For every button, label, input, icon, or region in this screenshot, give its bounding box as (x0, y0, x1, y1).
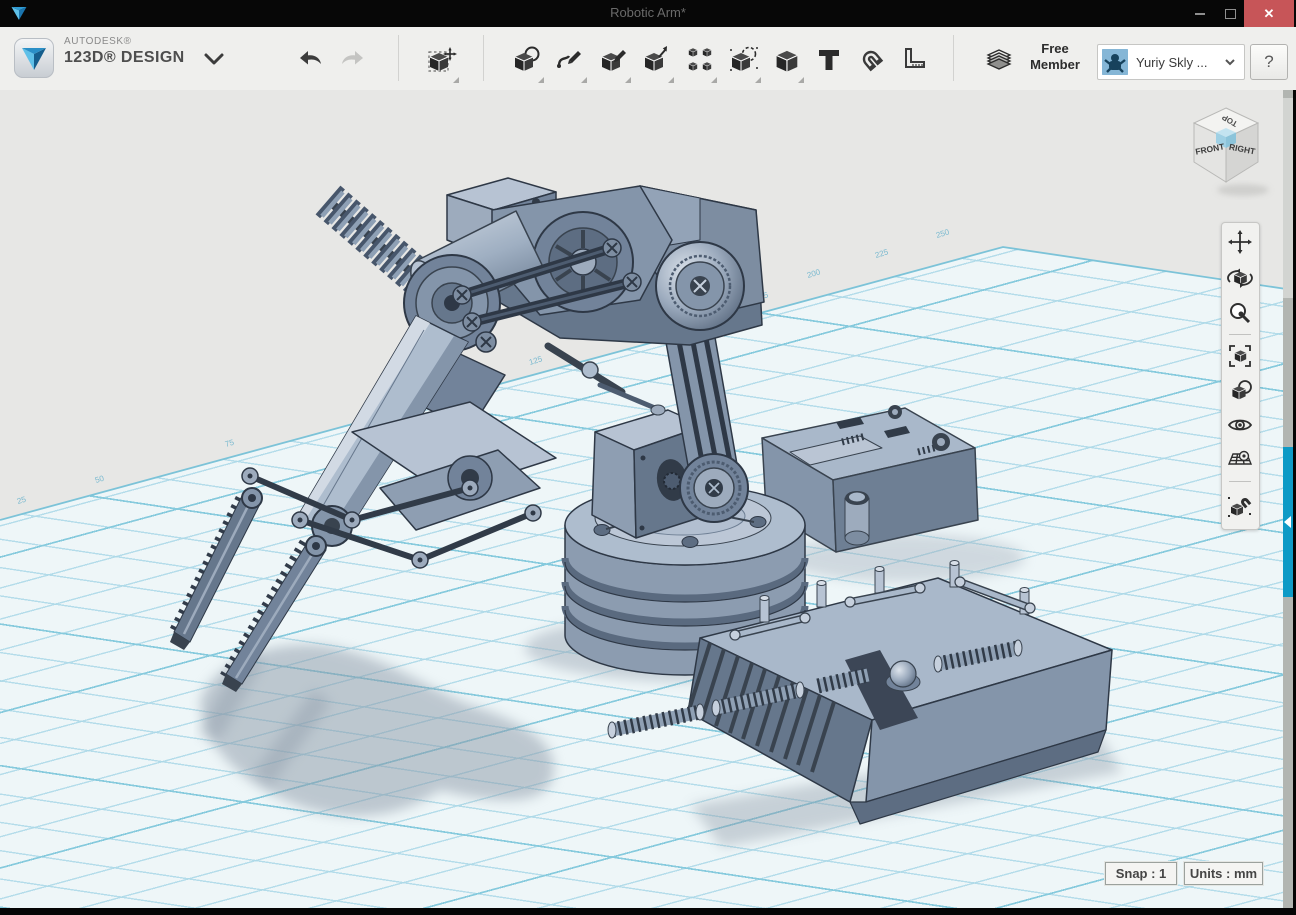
window-title: Robotic Arm* (0, 5, 1296, 20)
svg-text:50: 50 (94, 474, 106, 485)
tool-modify-button[interactable] (640, 42, 674, 76)
units-setting[interactable]: Units : mm (1184, 862, 1263, 885)
snap-toggle-button[interactable] (1227, 493, 1253, 519)
tool-combine-button[interactable] (770, 42, 804, 76)
membership-line1: Free (1016, 41, 1094, 57)
123d-logo-icon (14, 38, 54, 78)
tool-primitives-button[interactable] (510, 42, 544, 76)
measure-ruler-icon (899, 44, 929, 74)
snap-setting[interactable]: Snap : 1 (1105, 862, 1177, 885)
svg-text:75: 75 (224, 438, 236, 449)
sketch-dropdown[interactable] (581, 77, 587, 83)
help-button[interactable]: ? (1250, 44, 1288, 80)
app-window: { "window": { "title": "Robotic Arm*", "… (0, 0, 1296, 915)
grid-eye-icon (1227, 446, 1253, 472)
toolbar-separator (953, 35, 954, 81)
nav-separator (1229, 481, 1251, 482)
tool-sketch-button[interactable] (553, 42, 587, 76)
primitives-icon (512, 44, 542, 74)
svg-text:225: 225 (874, 247, 890, 260)
tool-construct-button[interactable] (597, 42, 631, 76)
scene-overlay: 250225200175150125100755025 (0, 90, 1293, 908)
nav-separator (1229, 334, 1251, 335)
fit-icon (1227, 343, 1253, 369)
redo-icon (339, 45, 367, 73)
tool-measure-button[interactable] (897, 42, 931, 76)
panel-expand-arrow-icon (1284, 516, 1291, 528)
toolbar-separator (398, 35, 399, 81)
modify-icon (642, 44, 672, 74)
3d-viewport[interactable]: 250225200175150125100755025 (0, 90, 1293, 908)
maximize-button[interactable] (1216, 0, 1244, 27)
tool-snap-button[interactable] (854, 42, 888, 76)
material-icon (1227, 378, 1253, 404)
main-menu-chevron-icon[interactable] (203, 51, 225, 67)
close-button[interactable]: ✕ (1244, 0, 1294, 27)
modify-dropdown[interactable] (668, 77, 674, 83)
transform-dropdown[interactable] (453, 77, 459, 83)
grouping-dropdown[interactable] (755, 77, 761, 83)
construct-dropdown[interactable] (625, 77, 631, 83)
svg-text:125: 125 (528, 354, 544, 367)
title-bar[interactable]: Robotic Arm* ✕ (0, 0, 1296, 27)
svg-text:25: 25 (16, 495, 28, 506)
panel-expand-handle[interactable] (1283, 447, 1293, 597)
orbit-button[interactable] (1227, 265, 1253, 291)
transform-icon (427, 44, 457, 74)
sketch-icon (555, 44, 585, 74)
window-frame-bottom (0, 908, 1296, 915)
eye-icon (1227, 412, 1253, 438)
text-icon (814, 44, 844, 74)
brand-123d-design: 123D® DESIGN (64, 49, 185, 67)
membership-line2: Member (1016, 57, 1094, 73)
pan-button[interactable] (1227, 229, 1253, 255)
right-scroll-thumb[interactable] (1283, 98, 1293, 298)
gripper-rack-left[interactable] (170, 488, 262, 650)
account-menu-button[interactable]: Yuriy Skly ... (1097, 44, 1245, 80)
view-cube[interactable]: TOP FRONT RIGHT (1194, 108, 1269, 196)
avatar (1102, 49, 1128, 75)
gripper-linkage[interactable] (242, 402, 556, 568)
pan-icon (1227, 229, 1253, 255)
pattern-icon (685, 44, 715, 74)
redo-button[interactable] (336, 42, 370, 76)
grouping-icon (729, 44, 759, 74)
svg-text:250: 250 (935, 227, 951, 240)
primitives-dropdown[interactable] (538, 77, 544, 83)
show-hide-grid-button[interactable] (1227, 446, 1253, 472)
app-icon[interactable] (14, 38, 54, 78)
pattern-dropdown[interactable] (711, 77, 717, 83)
svg-text:200: 200 (806, 267, 822, 280)
account-chevron-icon (1224, 58, 1236, 66)
combine-dropdown[interactable] (798, 77, 804, 83)
account-name: Yuriy Skly ... (1136, 55, 1224, 70)
undo-button[interactable] (293, 42, 327, 76)
tool-transform-button[interactable] (425, 42, 459, 76)
orbit-icon (1227, 265, 1253, 291)
membership-status: Free Member (1016, 41, 1094, 74)
tool-pattern-button[interactable] (683, 42, 717, 76)
tool-grouping-button[interactable] (727, 42, 761, 76)
fit-button[interactable] (1227, 343, 1253, 369)
main-toolbar: AUTODESK® 123D® DESIGN (0, 27, 1296, 91)
zoom-icon (1227, 300, 1253, 326)
membership-layers-icon (984, 43, 1014, 73)
construct-icon (599, 44, 629, 74)
snap-cube-magnet-icon (1227, 493, 1253, 519)
undo-icon (296, 45, 324, 73)
zoom-button[interactable] (1227, 300, 1253, 326)
view-cube-shadow (1217, 184, 1269, 196)
hide-show-button[interactable] (1227, 412, 1253, 438)
brand-autodesk: AUTODESK® (64, 36, 185, 47)
combine-icon (772, 44, 802, 74)
snap-magnet-icon (856, 44, 886, 74)
navigation-toolbar (1221, 222, 1260, 530)
material-button[interactable] (1227, 378, 1253, 404)
minimize-button[interactable] (1186, 0, 1214, 27)
tool-text-button[interactable] (812, 42, 846, 76)
toolbar-separator (483, 35, 484, 81)
brand-text: AUTODESK® 123D® DESIGN (64, 36, 185, 67)
